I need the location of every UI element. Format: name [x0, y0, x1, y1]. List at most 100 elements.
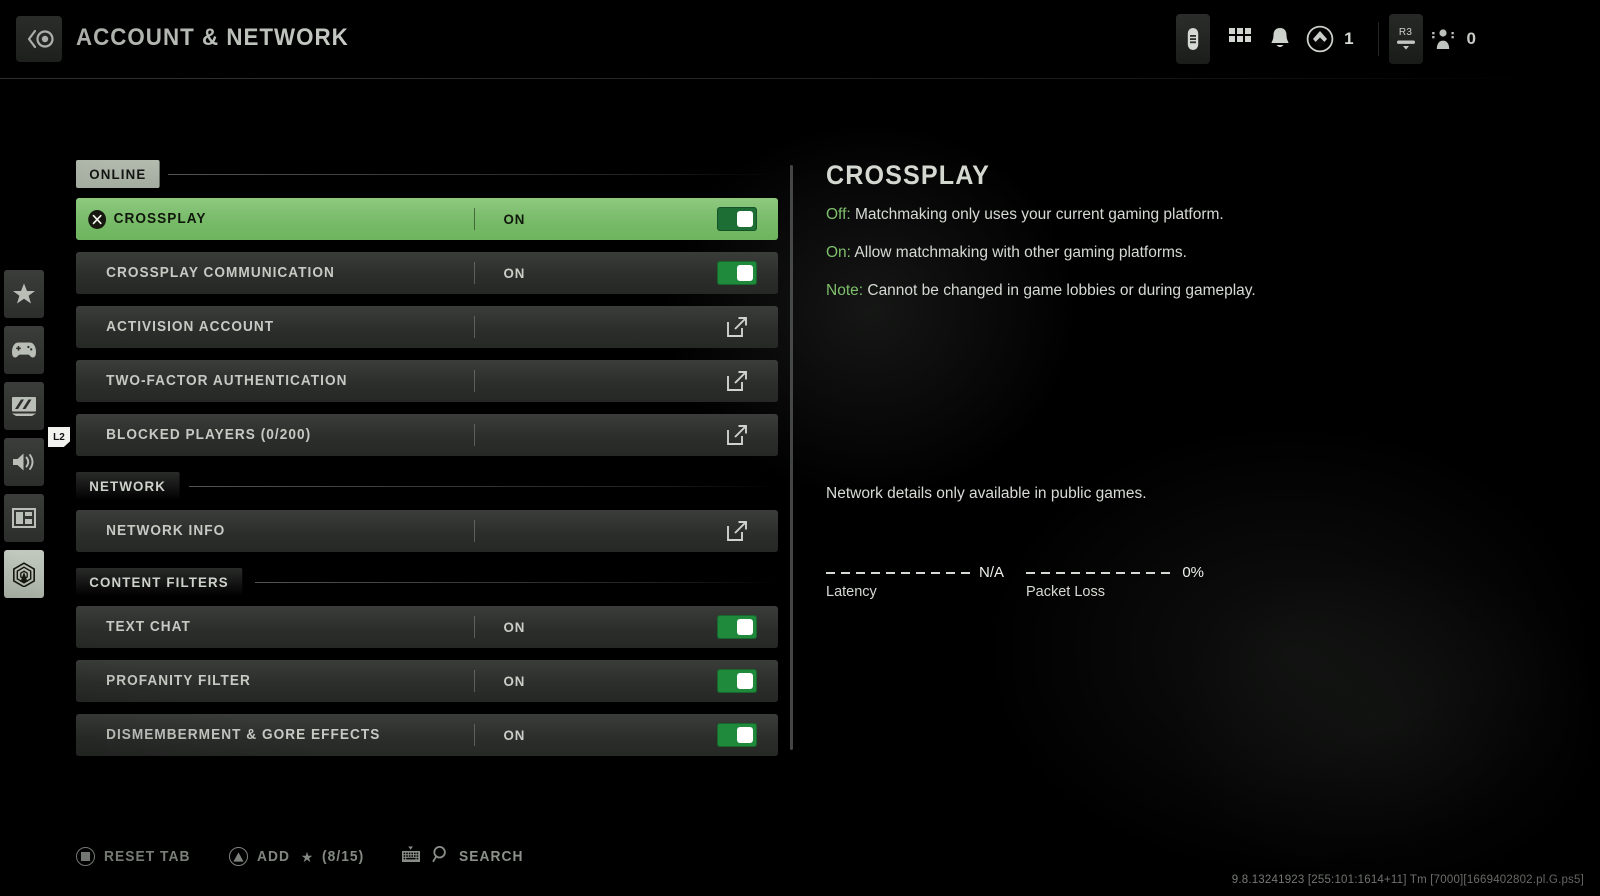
friends-online-button[interactable]	[1423, 14, 1463, 64]
setting-control[interactable]	[696, 261, 778, 285]
detail-line-note: Note: Cannot be changed in game lobbies …	[826, 281, 1526, 302]
toggle-knob	[737, 211, 753, 227]
triangle-button-icon	[229, 847, 248, 866]
setting-row-activision-account[interactable]: ACTIVISION ACCOUNT	[76, 306, 778, 348]
toggle-knob	[737, 619, 753, 635]
settings-scrollbar[interactable]	[790, 165, 793, 750]
add-count: (8/15)	[322, 848, 365, 865]
setting-label: DISMEMBERMENT & GORE EFFECTS	[106, 727, 381, 743]
setting-label: PROFANITY FILTER	[106, 673, 251, 689]
setting-row-network-info[interactable]: NETWORK INFO	[76, 510, 778, 552]
bottom-action-bar: RESET TAB ADD ★ (8/15) SEARCH	[76, 845, 561, 868]
section-rule	[188, 485, 778, 487]
diamond-rank-icon	[1306, 25, 1334, 53]
apps-grid-button[interactable]	[1220, 14, 1260, 64]
toggle-knob	[737, 727, 753, 743]
detail-text: Cannot be changed in game lobbies or dur…	[863, 281, 1256, 299]
external-link-icon	[727, 317, 747, 337]
sidebar-rail: L2	[4, 270, 70, 606]
meter-bar	[1026, 572, 1177, 574]
reset-tab-action[interactable]: RESET TAB	[76, 847, 195, 866]
meter-latency: N/A Latency	[826, 562, 1004, 600]
setting-label: TWO-FACTOR AUTHENTICATION	[106, 373, 348, 389]
setting-row-text-chat[interactable]: TEXT CHAT ON	[76, 606, 778, 648]
gamepad-icon	[12, 342, 36, 358]
section-header-network: NETWORK	[76, 472, 778, 500]
meter-value: N/A	[978, 564, 1004, 581]
section-title: ONLINE	[76, 160, 160, 188]
setting-control[interactable]	[696, 723, 778, 747]
detail-line-off: Off: Matchmaking only uses your current …	[826, 205, 1526, 226]
section-title: CONTENT FILTERS	[76, 568, 243, 596]
monitor-icon	[12, 397, 36, 416]
sidebar-item-graphics[interactable]	[4, 382, 44, 430]
setting-control[interactable]	[696, 370, 778, 392]
row-divider	[474, 370, 475, 392]
setting-label: ACTIVISION ACCOUNT	[106, 319, 275, 335]
back-button[interactable]	[16, 16, 62, 62]
speaker-icon	[13, 453, 34, 471]
settings-list: ONLINE CROSSPLAY ON CROSSPLAY COMMUNICAT…	[76, 160, 778, 768]
setting-label: TEXT CHAT	[106, 619, 191, 635]
detail-title: CROSSPLAY	[826, 160, 991, 190]
notifications-button[interactable]	[1260, 14, 1300, 64]
build-version-string: 9.8.13241923 [255:101:1614+11] Tm [7000]…	[1231, 874, 1584, 886]
setting-row-crossplay[interactable]: CROSSPLAY ON	[76, 198, 778, 240]
sidebar-item-controller[interactable]	[4, 326, 44, 374]
detail-line-on: On: Allow matchmaking with other gaming …	[826, 243, 1526, 264]
toggle-switch[interactable]	[717, 615, 757, 639]
top-bar: ACCOUNT & NETWORK 1 R3 0	[0, 0, 1600, 79]
external-link-icon	[727, 425, 747, 445]
sidebar-item-account-network[interactable]	[4, 550, 44, 598]
setting-row-two-factor-authentication[interactable]: TWO-FACTOR AUTHENTICATION	[76, 360, 778, 402]
meter-row: N/A	[826, 562, 1004, 580]
bell-notification-icon	[1271, 28, 1289, 47]
detail-text: Matchmaking only uses your current gamin…	[850, 206, 1224, 223]
setting-control[interactable]	[696, 316, 778, 338]
setting-label: CROSSPLAY	[76, 209, 450, 229]
star-icon	[13, 283, 35, 304]
battery-button[interactable]	[1176, 14, 1211, 64]
setting-row-blocked-players[interactable]: BLOCKED PLAYERS (0/200)	[76, 414, 778, 456]
row-divider	[474, 316, 475, 338]
setting-row-profanity-filter[interactable]: PROFANITY FILTER ON	[76, 660, 778, 702]
setting-control[interactable]	[696, 615, 778, 639]
section-header-online: ONLINE	[76, 160, 778, 188]
setting-row-crossplay-communication[interactable]: CROSSPLAY COMMUNICATION ON	[76, 252, 778, 294]
header-separator	[1377, 22, 1379, 56]
detail-key: Off:	[826, 206, 851, 223]
section-rule	[168, 173, 778, 175]
sidebar-item-audio[interactable]	[4, 438, 44, 486]
detail-key: Note:	[826, 281, 864, 299]
section-header-content-filters: CONTENT FILTERS	[76, 568, 778, 596]
star-icon: ★	[300, 848, 314, 865]
rank-button[interactable]	[1300, 14, 1340, 64]
battery-icon	[1187, 28, 1199, 50]
meter-packet-loss: 0% Packet Loss	[1026, 562, 1204, 600]
keyboard-icon	[401, 846, 421, 868]
reset-tab-label: RESET TAB	[104, 848, 191, 865]
sidebar-item-favorites[interactable]	[4, 270, 44, 318]
rank-count: 1	[1344, 29, 1354, 48]
toggle-switch[interactable]	[717, 207, 757, 231]
sidebar-item-interface[interactable]	[4, 494, 44, 542]
toggle-switch[interactable]	[717, 261, 757, 285]
toggle-knob	[737, 265, 753, 281]
toggle-switch[interactable]	[717, 723, 757, 747]
add-favorite-action[interactable]: ADD ★ (8/15)	[229, 847, 367, 866]
grid-apps-icon	[1229, 28, 1252, 42]
row-divider	[474, 520, 475, 542]
setting-control[interactable]	[696, 520, 778, 542]
cross-button-icon	[88, 209, 107, 229]
network-details-note: Network details only available in public…	[826, 485, 1147, 502]
setting-control[interactable]	[696, 669, 778, 693]
toggle-switch[interactable]	[717, 669, 757, 693]
setting-control[interactable]	[696, 207, 778, 231]
r3-button[interactable]: R3	[1388, 14, 1423, 64]
layout-icon	[12, 508, 36, 528]
setting-row-dismemberment-gore[interactable]: DISMEMBERMENT & GORE EFFECTS ON	[76, 714, 778, 756]
search-action[interactable]: SEARCH	[401, 845, 527, 868]
setting-control[interactable]	[696, 424, 778, 446]
toggle-knob	[737, 673, 753, 689]
r3-stick-button-icon	[1396, 40, 1415, 50]
